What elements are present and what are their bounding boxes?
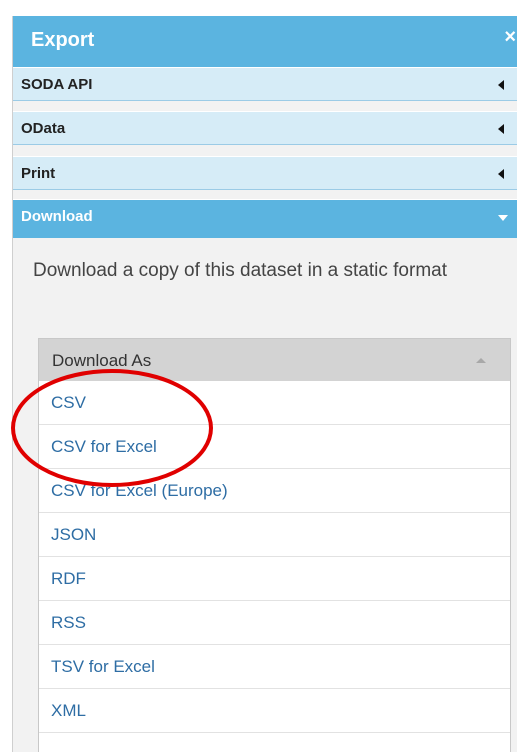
- section-label: OData: [21, 120, 66, 137]
- option-label: XML: [51, 701, 86, 720]
- screenshot-frame: Export × SODA API OData Print Download D…: [0, 0, 517, 752]
- caret-up-icon: [476, 358, 486, 363]
- section-label: Print: [21, 165, 56, 182]
- download-as-dropdown: Download As CSV CSV for Excel CSV for Ex…: [38, 338, 511, 752]
- option-label: RSS: [51, 613, 86, 632]
- option-label: JSON: [51, 525, 97, 544]
- section-odata[interactable]: OData: [13, 111, 517, 145]
- download-option-xml[interactable]: XML: [39, 689, 510, 733]
- caret-left-icon: [498, 80, 504, 90]
- section-print[interactable]: Print: [13, 156, 517, 190]
- download-option-csv-for-excel[interactable]: CSV for Excel: [39, 425, 510, 469]
- option-label: CSV for Excel: [51, 437, 157, 456]
- download-description: Download a copy of this dataset in a sta…: [33, 260, 447, 281]
- download-option-csv[interactable]: CSV: [39, 381, 510, 425]
- option-label: CSV: [51, 393, 86, 412]
- download-option-rdf[interactable]: RDF: [39, 557, 510, 601]
- export-panel: Export × SODA API OData Print Download D…: [12, 16, 517, 752]
- export-panel-header: Export ×: [13, 16, 517, 67]
- option-label: TSV for Excel: [51, 657, 155, 676]
- caret-down-icon: [498, 215, 508, 221]
- download-option-rss[interactable]: RSS: [39, 601, 510, 645]
- caret-left-icon: [498, 169, 504, 179]
- panel-title: Export: [31, 29, 95, 51]
- option-label: RDF: [51, 569, 86, 588]
- dropdown-label: Download As: [52, 351, 152, 370]
- section-soda-api[interactable]: SODA API: [13, 67, 517, 101]
- download-option-json[interactable]: JSON: [39, 513, 510, 557]
- download-option-tsv-for-excel[interactable]: TSV for Excel: [39, 645, 510, 689]
- section-label: Download: [21, 208, 93, 225]
- caret-left-icon: [498, 124, 504, 134]
- section-label: SODA API: [21, 76, 93, 93]
- download-option-csv-for-excel-europe[interactable]: CSV for Excel (Europe): [39, 469, 510, 513]
- download-as-toggle[interactable]: Download As: [39, 339, 510, 381]
- section-download[interactable]: Download: [13, 199, 517, 238]
- option-label: CSV for Excel (Europe): [51, 481, 228, 500]
- close-icon[interactable]: ×: [504, 26, 516, 49]
